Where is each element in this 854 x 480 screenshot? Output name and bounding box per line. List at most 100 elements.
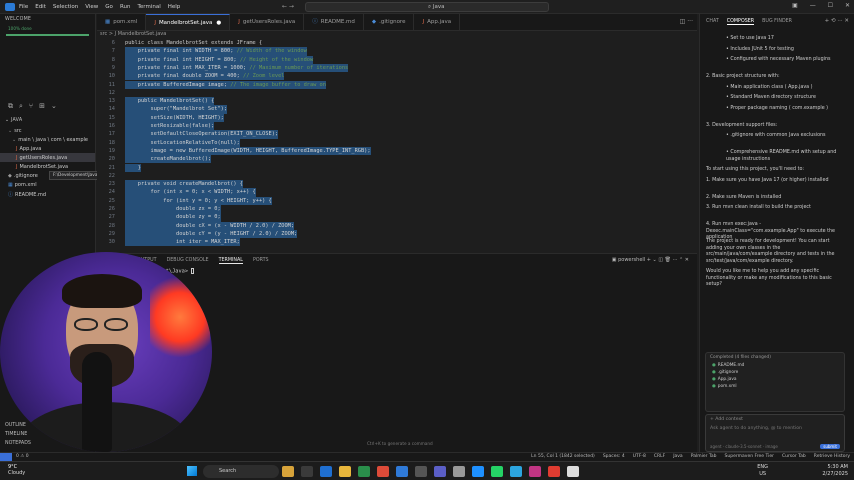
shell-name[interactable]: powershell <box>618 257 645 263</box>
status-item[interactable]: Retrieve History <box>814 454 850 459</box>
edge-icon[interactable] <box>320 466 332 477</box>
panel-tab-debug-console[interactable]: DEBUG CONSOLE <box>167 258 209 264</box>
widgets-icon[interactable] <box>282 466 294 477</box>
menu-item-run[interactable]: Run <box>120 4 131 10</box>
more-icon[interactable]: ··· <box>687 18 693 25</box>
chevron-down-icon[interactable]: ⌄ <box>51 102 57 111</box>
split-editor-icon[interactable]: ◫ <box>680 18 686 25</box>
teams-icon[interactable] <box>434 466 446 477</box>
editor-tab[interactable]: JgetUsersRoles.java <box>230 14 305 30</box>
command-center-search[interactable]: ⌕ Java <box>305 2 549 12</box>
editor-tab[interactable]: J MandelbrotSet.java ● <box>146 14 231 30</box>
maven-icon: ▦ <box>8 181 13 188</box>
menu-item-go[interactable]: Go <box>105 4 113 10</box>
nav-arrows[interactable]: ← → <box>282 3 294 10</box>
editor-tab[interactable]: ⓘ README.md <box>304 14 364 30</box>
app-icon-generic[interactable] <box>453 466 465 477</box>
java-icon: J <box>16 145 18 152</box>
chat-tab-composer[interactable]: COMPOSER <box>726 19 755 25</box>
windows-start-icon[interactable] <box>187 466 197 476</box>
app-icon-white[interactable] <box>567 466 579 477</box>
vscode-icon[interactable] <box>472 466 484 477</box>
changed-file[interactable]: ● pom.xml <box>706 383 844 390</box>
maximize-panel-icon[interactable]: ⌃ <box>679 257 683 263</box>
new-chat-icon[interactable]: + <box>825 18 830 24</box>
tree-item[interactable]: JgetUsersRoles.java <box>0 153 95 162</box>
excel-icon[interactable] <box>358 466 370 477</box>
editor-tab[interactable]: J App.java <box>414 14 461 30</box>
chat-input-placeholder[interactable]: Ask agent to do anything, @ to mention <box>706 424 844 433</box>
explorer-root-header[interactable]: ⌄ JAVA <box>0 115 95 126</box>
more-icon[interactable]: ··· <box>673 257 678 263</box>
tree-item[interactable]: ⓘ README.md <box>0 189 95 199</box>
changed-file[interactable]: ● README.md <box>706 362 844 369</box>
welcome-steps <box>0 38 95 98</box>
add-context-button[interactable]: + Add context <box>706 415 844 424</box>
task-view-icon[interactable] <box>301 466 313 477</box>
history-icon[interactable]: ⟲ <box>831 18 836 24</box>
status-item[interactable]: Palmier Tab <box>691 454 717 459</box>
search-icon[interactable]: ⌕ <box>19 102 23 111</box>
more-icon[interactable]: ··· <box>837 18 842 24</box>
chat-input[interactable]: + Add context Ask agent to do anything, … <box>705 414 845 452</box>
close-panel-icon[interactable]: ✕ <box>685 257 689 263</box>
menu-item-selection[interactable]: Selection <box>53 4 78 10</box>
menu-item-edit[interactable]: Edit <box>35 4 46 10</box>
remote-indicator-icon[interactable] <box>0 453 12 461</box>
tree-item[interactable]: J App.java <box>0 144 95 153</box>
tree-item[interactable]: ⌄ src <box>0 126 95 135</box>
status-item[interactable]: Java <box>673 454 683 459</box>
app-icon-pink[interactable] <box>529 466 541 477</box>
trash-icon[interactable]: 🗑 <box>665 257 671 263</box>
chat-tab-chat[interactable]: CHAT <box>706 19 719 25</box>
file-explorer-icon[interactable] <box>339 466 351 477</box>
chat-tab-bug-finder[interactable]: BUG FINDER <box>762 19 792 25</box>
submit-button[interactable]: submit <box>820 444 840 449</box>
menu-item-file[interactable]: File <box>19 4 28 10</box>
whatsapp-icon[interactable] <box>491 466 503 477</box>
code-tokens: private final int MAX_ITER = 1000; <box>125 64 247 71</box>
chrome-icon[interactable] <box>377 466 389 477</box>
breadcrumb[interactable]: src > J MandelbrotSet.java <box>100 31 166 37</box>
status-item[interactable]: Supermaven Free Tier <box>725 454 774 459</box>
taskbar-search[interactable]: Search <box>203 465 279 478</box>
minimize-button[interactable]: — <box>810 2 816 9</box>
problems-indicator[interactable]: 0 ⚠ 0 <box>16 454 29 459</box>
word-icon[interactable] <box>396 466 408 477</box>
split-terminal-icon[interactable]: ◫ <box>658 257 663 263</box>
extensions-icon[interactable]: ⊞ <box>39 102 45 111</box>
panel-tab-ports[interactable]: PORTS <box>253 258 269 264</box>
changed-file[interactable]: ● App.java <box>706 376 844 383</box>
panel-tab-terminal[interactable]: TERMINAL <box>218 258 243 264</box>
system-clock[interactable]: 5:30 AM 2/27/2025 <box>822 464 848 477</box>
status-item[interactable]: Spaces: 4 <box>603 454 625 459</box>
files-icon[interactable]: ⧉ <box>8 102 13 111</box>
tree-item[interactable]: ⌄ main \ java \ com \ example <box>0 135 95 144</box>
tree-item[interactable]: J MandelbrotSet.java <box>0 162 95 171</box>
language-indicator[interactable]: ENG US <box>757 464 768 477</box>
code-editor[interactable]: 6 public class MandelbrotSet extends JFra… <box>97 39 697 251</box>
weather-widget[interactable]: 9°C Cloudy <box>8 464 25 476</box>
telegram-icon[interactable] <box>510 466 522 477</box>
close-button[interactable]: ✕ <box>845 2 850 9</box>
tree-item[interactable]: ▦ pom.xml <box>0 180 95 189</box>
changed-file[interactable]: ● .gitignore <box>706 369 844 376</box>
status-item[interactable]: UTF-8 <box>633 454 646 459</box>
status-item[interactable]: CRLF <box>654 454 665 459</box>
menu-item-terminal[interactable]: Terminal <box>137 4 160 10</box>
close-icon[interactable]: ✕ <box>844 18 849 24</box>
welcome-section-header[interactable]: WELCOME <box>0 14 95 25</box>
status-item[interactable]: Cursor Tab <box>782 454 806 459</box>
status-item[interactable]: Ln 55, Col 1 (1842 selected) <box>531 454 595 459</box>
changes-header[interactable]: Completed (4 files changed) <box>706 353 844 362</box>
maximize-button[interactable]: ☐ <box>828 2 833 9</box>
layout-icon[interactable]: ▣ <box>792 2 798 9</box>
add-terminal-icon[interactable]: + ⌄ <box>647 257 657 263</box>
editor-tab[interactable]: ▦ pom.xml <box>97 14 147 30</box>
menu-item-view[interactable]: View <box>85 4 98 10</box>
source-control-icon[interactable]: ⑂ <box>29 102 33 111</box>
editor-tab[interactable]: ◆ .gitignore <box>364 14 415 30</box>
app-icon-red[interactable] <box>548 466 560 477</box>
terminal-app-icon[interactable] <box>415 466 427 477</box>
menu-item-help[interactable]: Help <box>168 4 181 10</box>
